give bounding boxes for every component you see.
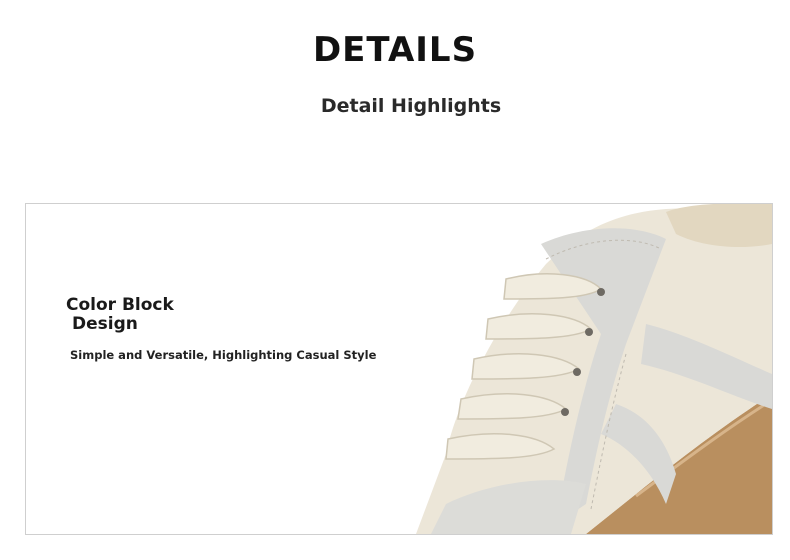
product-detail-image: [25, 203, 773, 535]
feature-title-line1: Color Block: [66, 295, 174, 315]
feature-title: Color Block Design: [66, 296, 174, 334]
feature-title-line2: Design: [72, 314, 138, 334]
section-subtitle: Detail Highlights: [320, 95, 502, 117]
page-title: DETAILS: [312, 30, 478, 70]
shoe-illustration: [416, 204, 772, 534]
feature-description: Simple and Versatile, Highlighting Casua…: [70, 348, 377, 362]
